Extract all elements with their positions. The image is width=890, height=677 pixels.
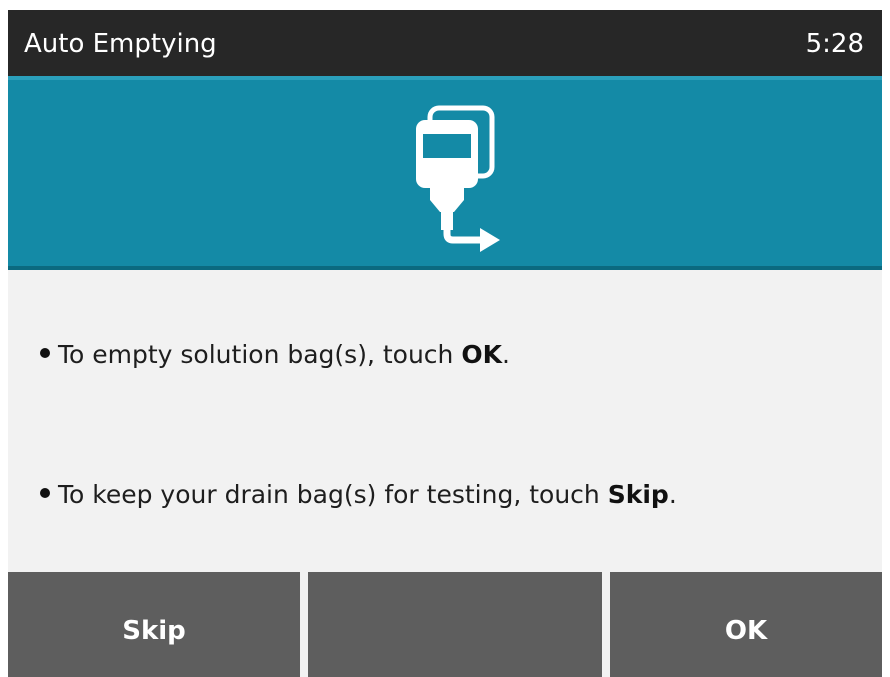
instruction-suffix: . — [501, 340, 510, 369]
bag-drain-icon — [416, 105, 500, 252]
instruction-text: To keep your drain bag(s) for testing, t… — [58, 480, 608, 509]
instruction-empty-bags: To empty solution bag(s), touch OK. — [40, 340, 510, 369]
title-bar: Auto Emptying 5:28 — [8, 10, 882, 76]
footer-bar: Skip OK — [8, 572, 882, 677]
instructions-panel: To empty solution bag(s), touch OK. To k… — [8, 270, 882, 572]
bullet-icon — [40, 488, 50, 498]
middle-button[interactable] — [308, 572, 602, 677]
screen: Auto Emptying 5:28 To empty solution bag… — [8, 10, 882, 677]
instruction-suffix: . — [668, 480, 677, 509]
ok-button[interactable]: OK — [610, 572, 882, 677]
instruction-keep-drain-bags: To keep your drain bag(s) for testing, t… — [40, 480, 677, 509]
instruction-emphasis: Skip — [607, 480, 669, 509]
instruction-emphasis: OK — [461, 340, 502, 369]
bullet-icon — [40, 348, 50, 358]
skip-button[interactable]: Skip — [8, 572, 300, 677]
instruction-text: To empty solution bag(s), touch — [58, 340, 462, 369]
icon-banner — [8, 76, 882, 270]
clock-time: 5:28 — [805, 29, 864, 59]
screen-title: Auto Emptying — [24, 29, 217, 59]
